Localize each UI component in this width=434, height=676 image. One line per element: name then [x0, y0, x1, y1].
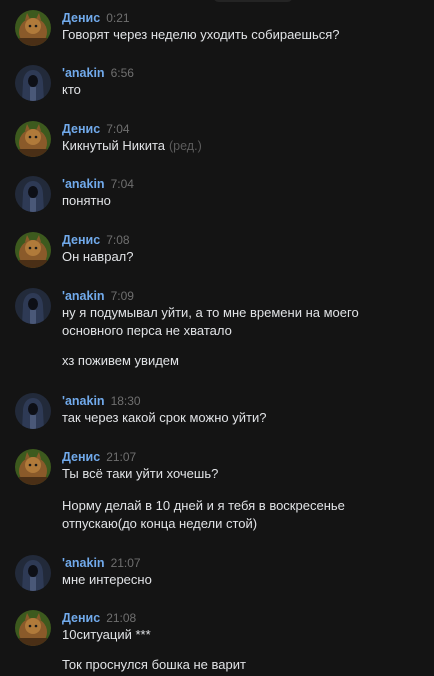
message-header: 'anakin 6:56 — [62, 65, 134, 81]
message-time[interactable]: 21:07 — [106, 450, 136, 464]
message-text: 10ситуаций *** — [62, 627, 151, 642]
message-time[interactable]: 7:04 — [106, 122, 129, 136]
message-text: понятно — [62, 193, 111, 208]
message-header: Денис 7:04 — [62, 121, 130, 137]
author-name[interactable]: Денис — [62, 450, 100, 464]
message-header: Денис 21:07 — [62, 449, 136, 465]
author-name[interactable]: Денис — [62, 233, 100, 247]
hooded-figure-avatar[interactable] — [15, 288, 51, 324]
message-header: Денис 0:21 — [62, 10, 130, 26]
message-header: 'anakin 21:07 — [62, 555, 141, 571]
message-text: Говорят через неделю уходить собираешься… — [62, 27, 340, 42]
message-header: 'anakin 7:04 — [62, 176, 134, 192]
hooded-figure-avatar[interactable] — [15, 393, 51, 429]
message-text: ну я подумывал уйти, а то мне времени на… — [62, 305, 359, 320]
message-text: Норму делай в 10 дней и я тебя в воскрес… — [62, 498, 345, 513]
author-name[interactable]: 'anakin — [62, 556, 105, 570]
message-header: Денис 7:08 — [62, 232, 130, 248]
message-time[interactable]: 21:08 — [106, 611, 136, 625]
author-name[interactable]: 'anakin — [62, 394, 105, 408]
hooded-figure-avatar[interactable] — [15, 176, 51, 212]
message-time[interactable]: 18:30 — [111, 394, 141, 408]
message-header: 'anakin 18:30 — [62, 393, 141, 409]
message-line: Кикнутый Никита — [62, 138, 166, 153]
message-text: отпускаю(до конца недели стой) — [62, 516, 258, 531]
edited-label[interactable]: (ред.) — [169, 139, 202, 153]
cat-avatar[interactable] — [15, 10, 51, 46]
cat-avatar[interactable] — [15, 121, 51, 157]
hooded-figure-avatar[interactable] — [15, 65, 51, 101]
cat-avatar[interactable] — [15, 610, 51, 646]
author-name[interactable]: Денис — [62, 11, 100, 25]
author-name[interactable]: 'anakin — [62, 177, 105, 191]
message-time[interactable]: 7:04 — [111, 177, 134, 191]
message-header: Денис 21:08 — [62, 610, 136, 626]
message-text: Ты всё таки уйти хочешь? — [62, 466, 219, 481]
message-text: мне интересно — [62, 572, 152, 587]
message-text: кто — [62, 82, 81, 97]
cat-avatar[interactable] — [15, 232, 51, 268]
message-text: Кикнутый Никита (ред.) — [62, 137, 422, 155]
message-text: так через какой срок можно уйти? — [62, 410, 267, 425]
author-name[interactable]: 'anakin — [62, 289, 105, 303]
message-text: хз поживем увидем — [62, 353, 179, 368]
message-time[interactable]: 21:07 — [111, 556, 141, 570]
author-name[interactable]: 'anakin — [62, 66, 105, 80]
message-time[interactable]: 7:09 — [111, 289, 134, 303]
message-time[interactable]: 6:56 — [111, 66, 134, 80]
message-header: 'anakin 7:09 — [62, 288, 134, 304]
message-time[interactable]: 0:21 — [106, 11, 129, 25]
message-time[interactable]: 7:08 — [106, 233, 129, 247]
author-name[interactable]: Денис — [62, 122, 100, 136]
scroll-fade-indicator — [213, 0, 293, 2]
message-text: Ток проснулся бошка не варит — [62, 657, 246, 672]
author-name[interactable]: Денис — [62, 611, 100, 625]
chat-history: Денис 0:21 Говорят через неделю уходить с… — [0, 0, 434, 676]
hooded-figure-avatar[interactable] — [15, 555, 51, 591]
message-text: основного перса не хватало — [62, 323, 232, 338]
message-text: Он наврал? — [62, 249, 134, 264]
cat-avatar[interactable] — [15, 449, 51, 485]
